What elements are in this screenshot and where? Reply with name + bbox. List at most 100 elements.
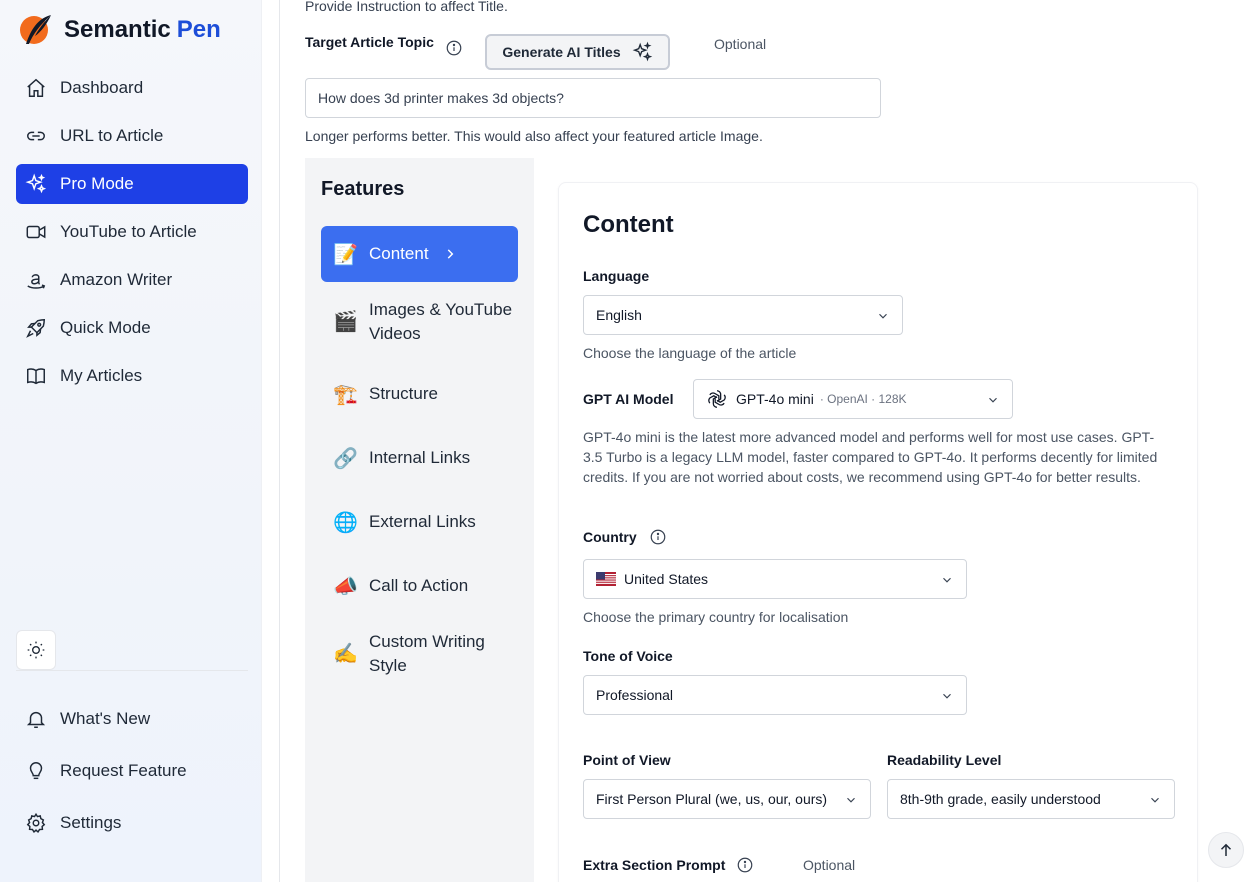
feature-label: Content <box>369 244 429 263</box>
language-value: English <box>596 307 642 323</box>
brand-name: Semantic Pen <box>64 16 221 43</box>
feature-list: 📝 Content 🎬 Images & YouTube Videos 🏗️ S… <box>321 226 518 686</box>
openai-icon <box>708 390 726 408</box>
writing-hand-icon: ✍️ <box>333 643 358 665</box>
sidebar-item-my-articles[interactable]: My Articles <box>16 356 248 396</box>
language-select[interactable]: English <box>583 295 903 335</box>
features-title: Features <box>321 178 405 200</box>
extra-section-label: Extra Section Prompt <box>583 857 726 873</box>
content-settings-card: Content Language English Choose the lang… <box>558 182 1198 882</box>
megaphone-icon: 📣 <box>333 575 358 598</box>
feature-internal-links[interactable]: 🔗 Internal Links <box>321 438 518 478</box>
link-icon <box>24 124 48 148</box>
feature-label: External Links <box>369 512 476 531</box>
pov-select[interactable]: First Person Plural (we, us, our, ours) <box>583 779 871 819</box>
language-label: Language <box>583 268 650 284</box>
chevron-down-icon <box>1151 797 1159 803</box>
sidebar-bottom-nav: What's New Request Feature Settings <box>16 698 248 854</box>
info-icon[interactable] <box>649 528 667 546</box>
generate-ai-titles-button[interactable]: Generate AI Titles <box>485 34 670 70</box>
info-icon[interactable] <box>736 856 754 874</box>
language-help: Choose the language of the article <box>583 345 797 361</box>
model-label: GPT AI Model <box>583 391 674 407</box>
model-meta: · OpenAI · 128K <box>819 392 907 406</box>
bell-icon <box>24 707 48 731</box>
model-help: GPT-4o mini is the latest more advanced … <box>583 429 1158 485</box>
theme-toggle-button[interactable] <box>16 630 56 670</box>
feature-label: Structure <box>369 384 438 403</box>
clapper-icon: 🎬 <box>333 311 358 333</box>
sidebar-item-label: Amazon Writer <box>60 270 173 289</box>
model-value: GPT-4o mini <box>736 391 814 407</box>
logo-icon <box>20 15 51 44</box>
chevron-down-icon <box>879 313 887 319</box>
memo-icon: 📝 <box>333 243 358 266</box>
generate-button-label: Generate AI Titles <box>502 44 621 60</box>
feature-custom-writing-style[interactable]: ✍️ Custom Writing Style <box>321 622 518 686</box>
sidebar-item-label: URL to Article <box>60 126 164 145</box>
rocket-icon <box>24 316 48 340</box>
target-topic-label: Target Article Topic <box>305 34 434 50</box>
sidebar-item-quick-mode[interactable]: Quick Mode <box>16 308 248 348</box>
sidebar-item-label: My Articles <box>60 366 143 385</box>
sidebar-item-settings[interactable]: Settings <box>16 802 248 844</box>
sidebar: Semantic Pen Dashboard URL to Article Pro… <box>0 0 262 882</box>
sidebar-item-label: YouTube to Article <box>60 222 197 241</box>
readability-label: Readability Level <box>887 752 1002 768</box>
sidebar-item-label: Request Feature <box>60 761 187 780</box>
feature-structure[interactable]: 🏗️ Structure <box>321 374 518 414</box>
chevron-down-icon <box>989 397 997 403</box>
sidebar-gutter <box>262 0 280 882</box>
card-title: Content <box>583 211 674 238</box>
amazon-icon <box>24 268 48 292</box>
sidebar-item-label: Dashboard <box>60 78 144 97</box>
feature-call-to-action[interactable]: 📣 Call to Action <box>321 566 518 606</box>
sidebar-item-request-feature[interactable]: Request Feature <box>16 750 248 792</box>
features-panel: Features 📝 Content 🎬 Images & YouTube Vi… <box>305 158 534 882</box>
arrow-up-icon <box>1220 843 1232 856</box>
feature-external-links[interactable]: 🌐 External Links <box>321 502 518 542</box>
title-instruction-hint: Provide Instruction to affect Title. <box>305 0 508 14</box>
country-value: United States <box>624 571 709 587</box>
globe-icon: 🌐 <box>333 511 358 534</box>
sidebar-divider <box>16 670 248 671</box>
home-icon <box>24 76 48 100</box>
model-select[interactable]: GPT-4o mini · OpenAI · 128K <box>693 379 1013 419</box>
main-content: Provide Instruction to affect Title. Tar… <box>281 0 1248 882</box>
brand[interactable]: Semantic Pen <box>18 12 221 48</box>
feature-images-youtube[interactable]: 🎬 Images & YouTube Videos <box>321 290 518 354</box>
feature-content[interactable]: 📝 Content <box>321 226 518 282</box>
sidebar-item-label: What's New <box>60 709 151 728</box>
construction-icon: 🏗️ <box>333 383 358 406</box>
sparkles-icon <box>632 41 652 62</box>
info-icon[interactable] <box>445 39 463 57</box>
scroll-to-top-button[interactable] <box>1208 832 1244 868</box>
feature-label: Call to Action <box>369 576 469 595</box>
sidebar-item-amazon-writer[interactable]: Amazon Writer <box>16 260 248 300</box>
sidebar-nav: Dashboard URL to Article Pro Mode YouTub… <box>16 68 248 404</box>
sidebar-item-dashboard[interactable]: Dashboard <box>16 68 248 108</box>
sidebar-item-whats-new[interactable]: What's New <box>16 698 248 740</box>
topic-optional-label: Optional <box>714 36 767 52</box>
country-help: Choose the primary country for localisat… <box>583 609 849 625</box>
sidebar-item-url-to-article[interactable]: URL to Article <box>16 116 248 156</box>
tone-select[interactable]: Professional <box>583 675 967 715</box>
target-topic-input[interactable] <box>305 78 881 118</box>
sidebar-item-youtube-to-article[interactable]: YouTube to Article <box>16 212 248 252</box>
gear-icon <box>24 811 48 835</box>
pov-value: First Person Plural (we, us, our, ours) <box>596 791 828 807</box>
readability-value: 8th-9th grade, easily understood <box>900 791 1101 807</box>
tone-label: Tone of Voice <box>583 648 673 664</box>
readability-select[interactable]: 8th-9th grade, easily understood <box>887 779 1175 819</box>
feature-label: Custom Writing Style <box>369 632 485 675</box>
us-flag-icon <box>596 572 616 586</box>
sidebar-item-label: Quick Mode <box>60 318 151 337</box>
chevron-right-icon <box>447 249 453 259</box>
sun-icon <box>27 641 45 659</box>
book-icon <box>24 364 48 388</box>
sidebar-item-pro-mode[interactable]: Pro Mode <box>16 164 248 204</box>
feature-label: Images & YouTube Videos <box>369 300 513 343</box>
country-select[interactable]: United States <box>583 559 967 599</box>
link-icon: 🔗 <box>333 447 358 470</box>
sidebar-item-label: Pro Mode <box>60 174 134 193</box>
